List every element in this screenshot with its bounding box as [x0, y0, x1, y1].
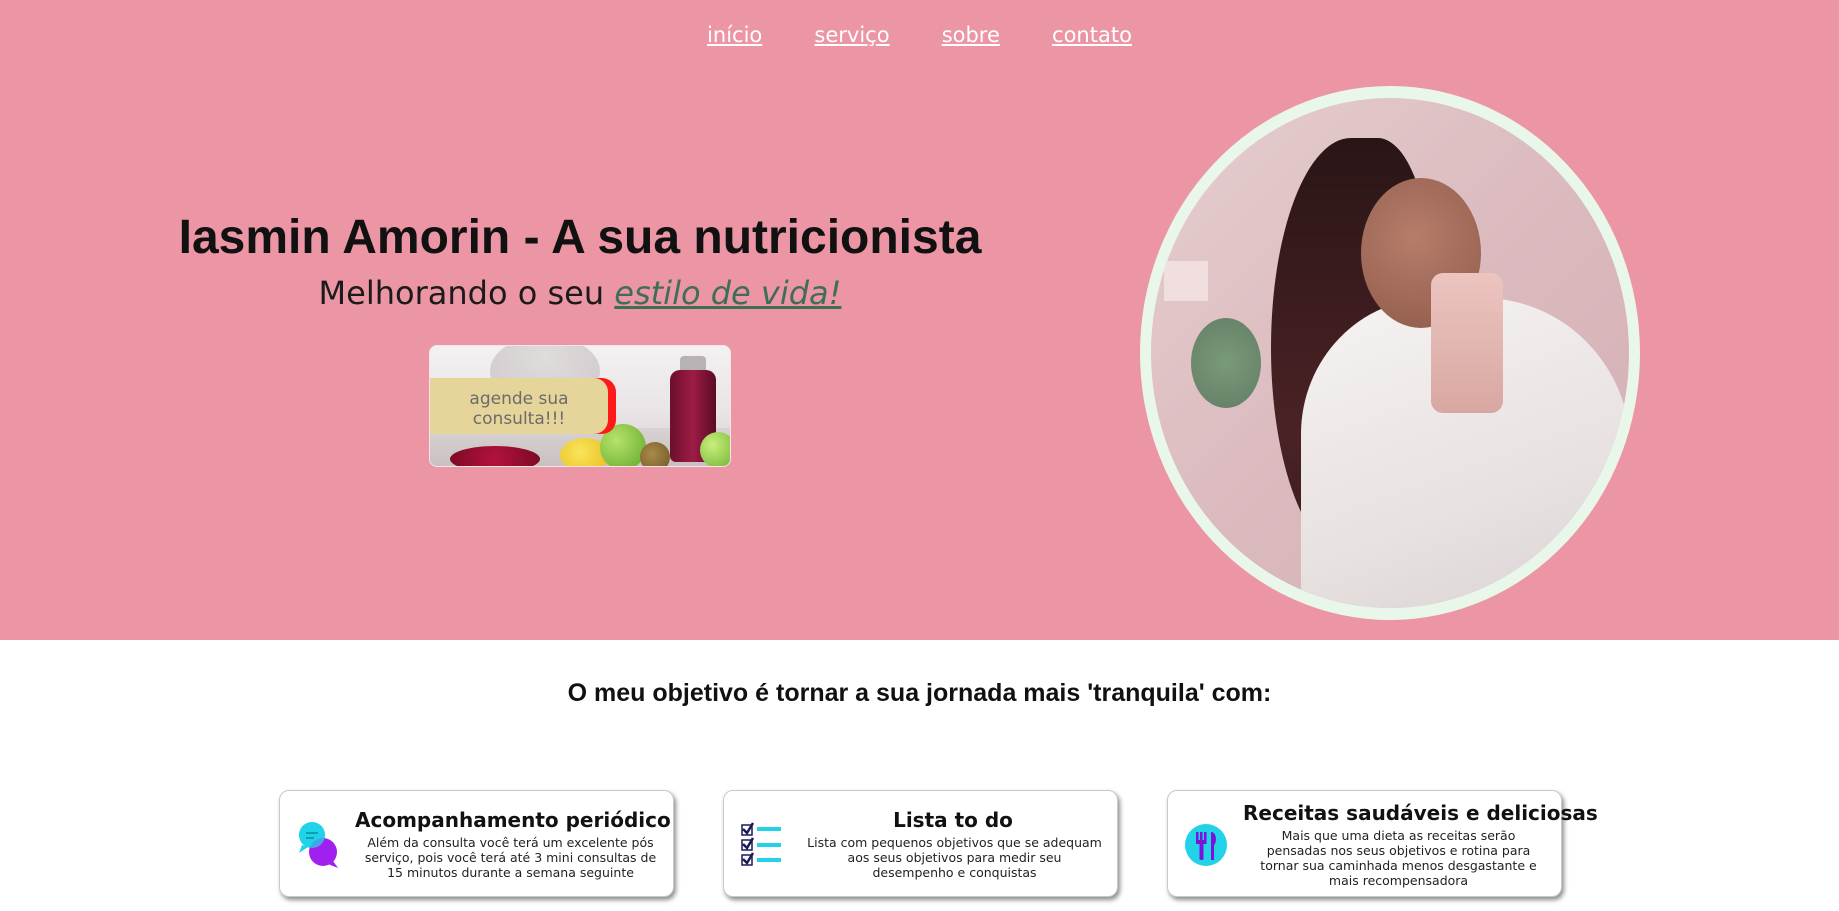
card-title: Acompanhamento periódico: [355, 808, 671, 832]
photo-plant-shape: [1191, 318, 1261, 408]
photo-phone-shape: [1431, 273, 1503, 413]
card-title: Receitas saudáveis e deliciosas: [1243, 801, 1598, 825]
cta-banner-image: agende sua consulta!!!: [429, 345, 731, 467]
kiwi-shape: [640, 442, 670, 466]
apple-shape: [700, 432, 730, 466]
checklist-icon: [741, 822, 781, 866]
card-title: Lista to do: [893, 808, 1013, 832]
chat-bubbles-icon: [299, 822, 338, 868]
hero-subtitle-accent[interactable]: estilo de vida!: [614, 274, 841, 312]
nav-link-servico[interactable]: serviço: [814, 23, 889, 47]
goal-title: O meu objetivo é tornar a sua jornada ma…: [567, 679, 1272, 707]
top-nav: início serviço sobre contato: [0, 22, 1839, 48]
hero-subtitle: Melhorando o seu estilo de vida!: [0, 274, 1160, 312]
schedule-consultation-button[interactable]: agende sua consulta!!!: [430, 378, 608, 434]
hero-title: Iasmin Amorin - A sua nutricionista: [178, 211, 982, 264]
nav-link-contato[interactable]: contato: [1052, 23, 1132, 47]
card-receitas: Receitas saudáveis e deliciosas Mais que…: [1167, 790, 1598, 897]
card-acompanhamento: Acompanhamento periódico Além da consult…: [279, 790, 674, 897]
card-lista-to-do: Lista to do Lista com pequenos objetivos…: [723, 790, 1118, 897]
berries-shape: [450, 446, 540, 466]
hero-section: início serviço sobre contato Iasmin Amor…: [0, 0, 1839, 640]
nav-link-sobre[interactable]: sobre: [942, 23, 1000, 47]
hero-subtitle-prefix: Melhorando o seu: [318, 274, 615, 312]
card-description: Além da consulta você terá um excelente …: [364, 835, 657, 880]
photo-wall-frame-shape: [1161, 258, 1211, 304]
cutlery-icon: [1185, 824, 1227, 866]
apple-shape: [600, 424, 646, 466]
card-description: Mais que uma dieta as receitas serão pen…: [1260, 828, 1537, 888]
profile-photo: [1151, 98, 1629, 608]
card-description: Lista com pequenos objetivos que se adeq…: [807, 835, 1102, 880]
nav-link-inicio[interactable]: início: [707, 23, 762, 47]
